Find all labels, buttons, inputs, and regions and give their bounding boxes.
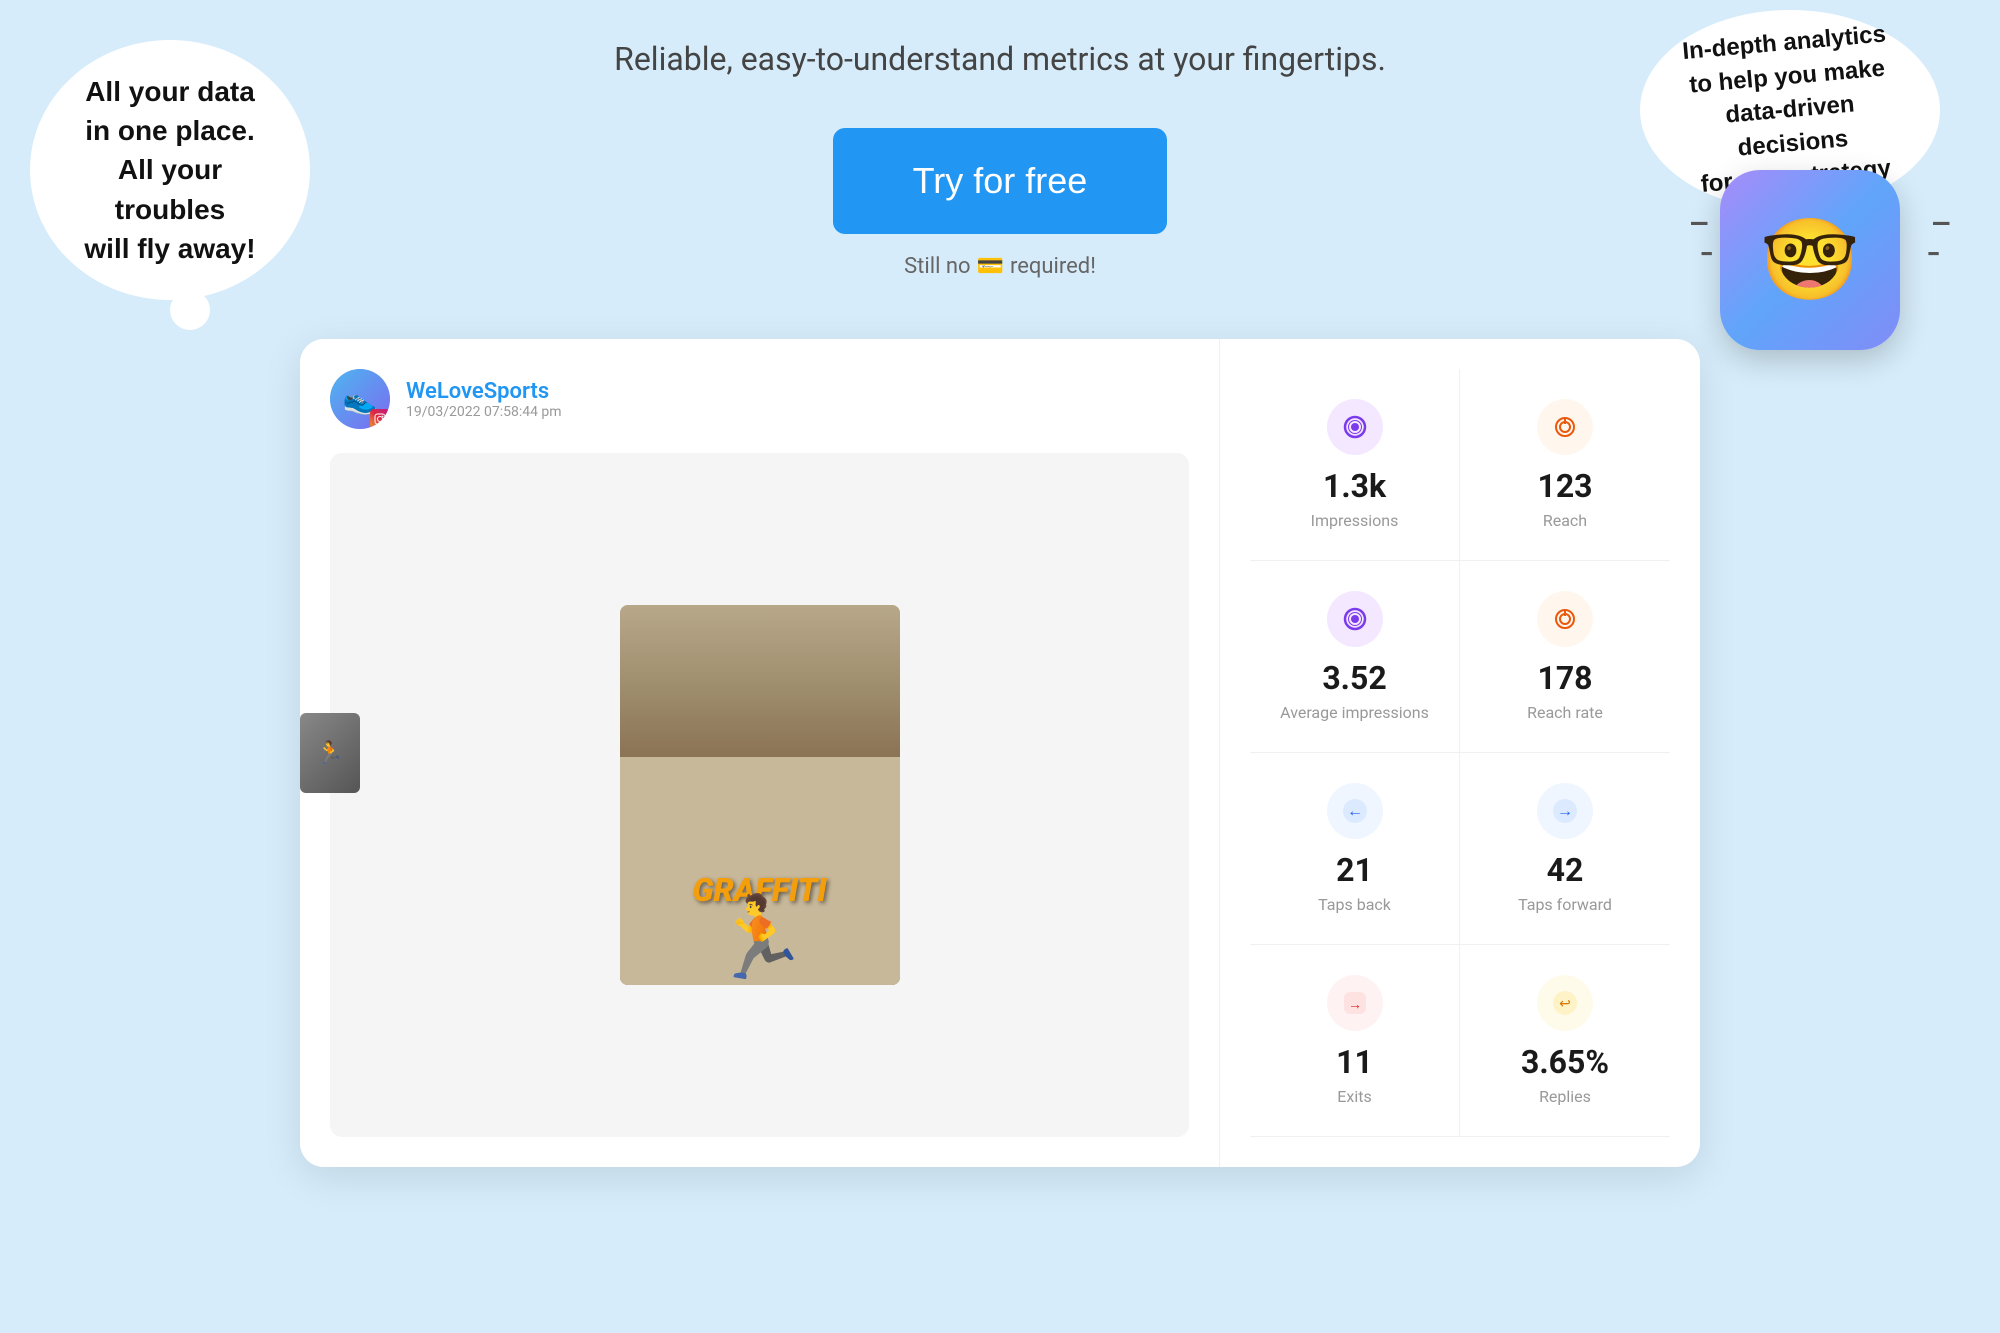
metric-item-impressions: 1.3k Impressions (1250, 369, 1460, 561)
metric-value-1: 123 (1537, 467, 1592, 505)
no-card-label: Still no (904, 254, 970, 279)
metric-label-5: Taps forward (1518, 895, 1612, 914)
metric-icon-purple (1327, 591, 1383, 647)
thumbnail-strip: 🏃 (300, 713, 360, 793)
metric-value-0: 1.3k (1323, 467, 1386, 505)
metric-label-0: Impressions (1311, 511, 1399, 530)
metric-icon-amber: ↩ (1537, 975, 1593, 1031)
sparkle-right2: − (1927, 240, 1940, 268)
svg-text:←: ← (1347, 801, 1363, 820)
metric-value-2: 3.52 (1322, 659, 1386, 697)
mascot: 🤓 — — − − (1720, 170, 1920, 370)
metric-value-7: 3.65% (1521, 1043, 1609, 1081)
card-emoji-icon: 💳 (977, 254, 1004, 279)
page-wrapper: All your datain one place.All your troub… (0, 0, 2000, 1333)
metric-icon-blue: ← (1327, 783, 1383, 839)
post-meta: WeLoveSports 19/03/2022 07:58:44 pm (406, 379, 562, 420)
svg-text:↩: ↩ (1559, 996, 1571, 1012)
no-card-suffix: required! (1010, 254, 1096, 279)
metric-label-4: Taps back (1318, 895, 1391, 914)
sparkle-left: — (1690, 210, 1708, 238)
metrics-panel: 1.3k Impressions 123 Reach 3.52 Average impre… (1220, 339, 1700, 1167)
metric-item-taps-back: ← 21 Taps back (1250, 753, 1460, 945)
metric-icon-purple (1327, 399, 1383, 455)
no-card-text: Still no 💳 required! (904, 254, 1096, 279)
metric-item-replies: ↩ 3.65% Replies (1460, 945, 1670, 1137)
post-header: 👟 WeLoveSports 19/03/2022 07:58:44 pm (330, 369, 1189, 429)
metric-label-7: Replies (1539, 1087, 1591, 1106)
speech-bubble-left: All your datain one place.All your troub… (30, 40, 310, 300)
svg-text:→: → (1348, 997, 1362, 1013)
instagram-badge-icon (370, 409, 390, 429)
metric-icon-orange (1537, 591, 1593, 647)
metric-value-6: 11 (1336, 1043, 1373, 1081)
speech-left-text: All your datain one place.All your troub… (60, 72, 280, 268)
metric-value-5: 42 (1547, 851, 1584, 889)
metric-value-4: 21 (1336, 851, 1373, 889)
post-timestamp: 19/03/2022 07:58:44 pm (406, 404, 562, 420)
person-silhouette: 🏃 (710, 891, 810, 985)
metric-item-reach-rate: 178 Reach rate (1460, 561, 1670, 753)
hero-subtitle: Reliable, easy-to-understand metrics at … (614, 40, 1386, 78)
metric-label-6: Exits (1337, 1087, 1371, 1106)
post-panel: 🏃 👟 WeLove (300, 339, 1220, 1167)
post-image: GRAFFITI 🏃 (620, 605, 900, 985)
avatar: 👟 (330, 369, 390, 429)
metric-item-reach: 123 Reach (1460, 369, 1670, 561)
metric-value-3: 178 (1537, 659, 1592, 697)
svg-text:→: → (1557, 801, 1573, 820)
sparkle-right: — (1932, 210, 1950, 238)
post-image-container: GRAFFITI 🏃 (330, 453, 1189, 1137)
graffiti-bg: GRAFFITI 🏃 (620, 605, 900, 985)
dashboard-card: 🏃 👟 WeLove (300, 339, 1700, 1167)
metric-item-average-impressions: 3.52 Average impressions (1250, 561, 1460, 753)
metric-label-2: Average impressions (1280, 703, 1429, 722)
mascot-face: 🤓 (1760, 220, 1860, 300)
metric-item-exits: → 11 Exits (1250, 945, 1460, 1137)
try-free-button[interactable]: Try for free (833, 128, 1168, 234)
metric-item-taps-forward: → 42 Taps forward (1460, 753, 1670, 945)
metric-label-1: Reach (1543, 511, 1587, 530)
thumbnail-item: 🏃 (300, 713, 360, 793)
sparkle-left2: − (1700, 240, 1713, 268)
metric-icon-orange (1537, 399, 1593, 455)
post-username: WeLoveSports (406, 379, 562, 404)
metric-icon-blue-forward: → (1537, 783, 1593, 839)
metric-label-3: Reach rate (1527, 703, 1603, 722)
metric-icon-red: → (1327, 975, 1383, 1031)
